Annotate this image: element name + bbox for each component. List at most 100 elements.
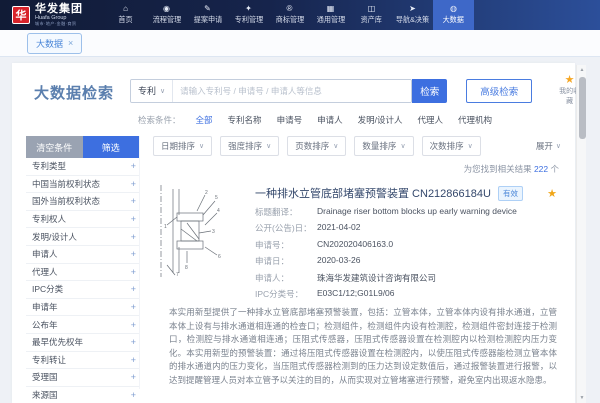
result-count: 为您找到相关结果 222 个 — [153, 163, 559, 175]
field-value: 2021-04-02 — [317, 222, 360, 234]
svg-text:1: 1 — [164, 224, 167, 230]
filter-accepting-country[interactable]: 受理国+ — [26, 369, 139, 387]
svg-text:7: 7 — [176, 272, 179, 277]
expand-button[interactable]: 展开∨ — [536, 140, 561, 152]
search-header: 大数据检索 专利 ∨ 检索 高级检索 ★ 我的收藏 — [26, 75, 561, 126]
filter-patentee[interactable]: 专利权人 + — [26, 211, 139, 229]
nav-label: 大数据 — [443, 14, 464, 24]
advanced-search-button[interactable]: 高级检索 — [466, 79, 532, 103]
filter-foreign-right-status[interactable]: 国外当前权利状态 + — [26, 193, 139, 211]
scrollbar-thumb[interactable] — [579, 77, 586, 139]
condition-application-no[interactable]: 申请号 — [277, 114, 303, 126]
nav-item-general[interactable]: ▦ 通用管理 — [310, 0, 351, 30]
filter-patent-type[interactable]: 专利类型+ — [26, 158, 139, 176]
nav-label: 通用管理 — [316, 14, 345, 24]
filter-label: 公布年 — [32, 319, 58, 331]
plus-icon[interactable]: + — [131, 249, 136, 259]
field-value: 珠海华发建筑设计咨询有限公司 — [317, 272, 436, 284]
condition-all[interactable]: 全部 — [196, 114, 213, 126]
plus-icon[interactable]: + — [131, 320, 136, 330]
logo-tagline: 城市·地产·金融·商贸 — [35, 22, 83, 26]
close-icon[interactable]: × — [68, 38, 73, 48]
condition-agency[interactable]: 代理机构 — [458, 114, 492, 126]
plus-icon[interactable]: + — [131, 214, 136, 224]
nav-item-patent[interactable]: ✦ 专利管理 — [228, 0, 269, 30]
chevron-down-icon: ∨ — [199, 142, 204, 150]
search-button[interactable]: 检索 — [412, 79, 447, 103]
condition-inventor[interactable]: 发明/设计人 — [358, 114, 403, 126]
filter-agent[interactable]: 代理人+ — [26, 264, 139, 282]
sort-by-quantity[interactable]: 数量排序∨ — [354, 136, 413, 156]
nav-item-bigdata[interactable]: ◍ 大数据 — [433, 0, 474, 30]
nav-item-process[interactable]: ◉ 流程管理 — [146, 0, 187, 30]
plus-icon[interactable]: + — [131, 337, 136, 347]
sort-label: 数量排序 — [362, 140, 396, 152]
svg-text:5: 5 — [215, 195, 218, 201]
sort-by-strength[interactable]: 强度排序∨ — [220, 136, 279, 156]
plus-icon[interactable]: + — [131, 196, 136, 206]
result-item-1: 5 2 4 1 3 6 8 7 — [153, 179, 561, 389]
plus-icon[interactable]: + — [131, 302, 136, 312]
sort-by-times[interactable]: 次数排序∨ — [422, 136, 481, 156]
search-type-select[interactable]: 专利 ∨ — [131, 80, 173, 102]
filter-publication-year[interactable]: 公布年 + — [26, 316, 139, 334]
filter-patent-transfer[interactable]: 专利转让+ — [26, 352, 139, 370]
filter-cn-right-status[interactable]: 中国当前权利状态+ — [26, 176, 139, 194]
plus-icon[interactable]: + — [131, 179, 136, 189]
plus-icon[interactable]: + — [131, 372, 136, 382]
nav-item-assets[interactable]: ◫ 资产库 — [351, 0, 392, 30]
process-icon: ◉ — [163, 5, 170, 13]
nav-label: 专利管理 — [234, 14, 263, 24]
search-input[interactable] — [173, 80, 411, 102]
filter-application-year[interactable]: 申请年+ — [26, 299, 139, 317]
plus-icon[interactable]: + — [131, 284, 136, 294]
huafa-logo[interactable]: 华 华发集团 Huafa Group 城市·地产·金融·商贸 — [0, 4, 105, 27]
scroll-up-arrow-icon[interactable]: ▲ — [577, 65, 587, 75]
sort-by-pages[interactable]: 页数排序∨ — [287, 136, 346, 156]
field-value: CN202020406163.0 — [317, 239, 393, 251]
main-area: 大数据检索 专利 ∨ 检索 高级检索 ★ 我的收藏 — [0, 57, 600, 403]
search-type-value: 专利 — [138, 84, 156, 97]
condition-agent[interactable]: 代理人 — [417, 114, 443, 126]
filter-priority-year[interactable]: 最早优先权年 + — [26, 334, 139, 352]
plus-icon[interactable]: + — [131, 161, 136, 171]
open-tabs-bar: 大数据 × — [0, 30, 600, 57]
condition-patent-name[interactable]: 专利名称 — [228, 114, 262, 126]
filter-label: 国外当前权利状态 — [32, 195, 100, 207]
expand-label: 展开 — [536, 140, 553, 152]
filter-applicant[interactable]: 申请人 + — [26, 246, 139, 264]
filter-tab[interactable]: 筛选 — [83, 136, 140, 158]
filter-label: 专利权人 — [32, 213, 66, 225]
result-title[interactable]: 一种排水立管底部堵塞预警装置 CN212866184U — [255, 185, 491, 201]
page-scrollbar[interactable]: ▲ ▼ — [576, 65, 586, 403]
proposal-icon: ✎ — [204, 5, 211, 13]
favorite-star-icon[interactable]: ★ — [547, 187, 561, 200]
field-label: 公开(公告)日： — [255, 222, 317, 234]
clear-conditions-button[interactable]: 清空条件 — [26, 136, 83, 158]
nav-item-home[interactable]: ⌂ 首页 — [105, 0, 146, 30]
content-panel: 大数据检索 专利 ∨ 检索 高级检索 ★ 我的收藏 — [12, 63, 575, 403]
svg-text:6: 6 — [218, 254, 221, 260]
filter-ipc[interactable]: IPC分类+ — [26, 281, 139, 299]
nav-item-proposal[interactable]: ✎ 提案申请 — [187, 0, 228, 30]
condition-applicant[interactable]: 申请人 — [317, 114, 343, 126]
filter-sidebar: 清空条件 筛选 专利类型+ 中国当前权利状态+ 国外当前权利状态+ 专利权人+ … — [26, 136, 139, 389]
plus-icon[interactable]: + — [131, 267, 136, 277]
filter-source-country[interactable]: 来源国+ — [26, 387, 139, 403]
svg-text:2: 2 — [205, 190, 208, 196]
plus-icon[interactable]: + — [131, 232, 136, 242]
nav-item-trademark[interactable]: ® 商标管理 — [269, 0, 310, 30]
field-title-translation: 标题翻译：Drainage riser bottom blocks up ear… — [255, 206, 561, 218]
plus-icon[interactable]: + — [131, 355, 136, 365]
sort-by-date[interactable]: 日期排序∨ — [153, 136, 212, 156]
filter-label: 申请人 — [32, 248, 58, 260]
nav-item-navigation[interactable]: ➤ 导航&决策 — [392, 0, 433, 30]
plus-icon[interactable]: + — [131, 390, 136, 400]
tab-bigdata[interactable]: 大数据 × — [27, 33, 82, 54]
filter-label: 最早优先权年 — [32, 336, 83, 348]
filter-inventor[interactable]: 发明/设计人+ — [26, 228, 139, 246]
navigation-icon: ➤ — [409, 5, 416, 13]
nav-label: 流程管理 — [152, 14, 181, 24]
patent-drawing-thumbnail[interactable]: 5 2 4 1 3 6 8 7 — [153, 185, 241, 300]
scroll-down-arrow-icon[interactable]: ▼ — [577, 393, 587, 403]
